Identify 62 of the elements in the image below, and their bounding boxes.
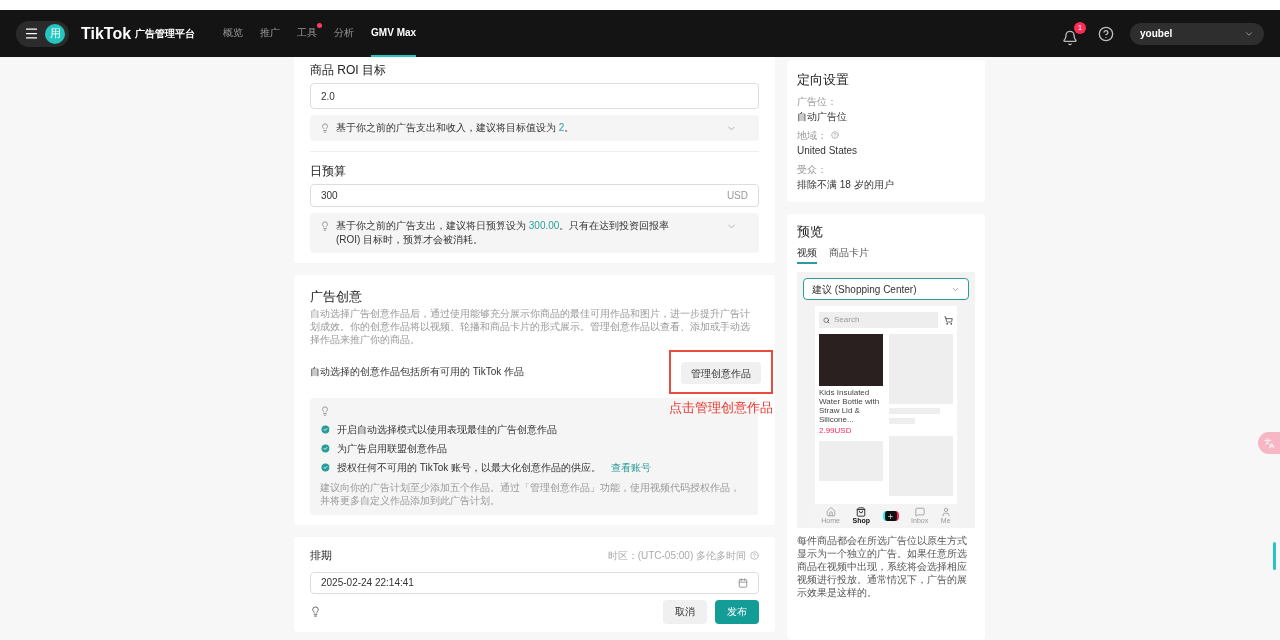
auto-select-text: 自动选择的创意作品包括所有可用的 TikTok 作品 <box>310 365 525 380</box>
menu-icon <box>24 26 39 41</box>
roi-input[interactable]: 2.0 <box>310 83 759 109</box>
nav-tab[interactable]: 推广 <box>260 10 281 57</box>
field-label: 受众： <box>797 162 827 177</box>
tip-text: 开启自动选择模式以使用表现最佳的广告创意作品 <box>337 423 557 437</box>
preview-caption: 每件商品都会在所选广告位以原生方式显示为一个独立的广告。如果任意所选商品在视频中出现，系统将会选择相应视频进行投放。通常情况下，广告的展示效果是这样的。 <box>797 534 968 599</box>
product-price: 2.99USD <box>819 426 853 435</box>
notification-badge: 1 <box>1074 21 1086 34</box>
account-dropdown[interactable]: youbel <box>1130 22 1264 45</box>
nav-tab[interactable]: 分析 <box>334 10 355 57</box>
plus-icon <box>887 512 894 520</box>
logo-subtitle: 广告管理平台 <box>135 27 196 41</box>
logo[interactable]: TikTok <box>81 21 132 46</box>
field-label: 广告位： <box>797 94 837 109</box>
search-icon <box>823 316 830 324</box>
calendar-icon <box>738 577 748 588</box>
section-title: 广告创意 <box>310 288 363 306</box>
avatar: 用 <box>45 23 65 44</box>
scroll-indicator <box>1273 542 1276 570</box>
section-title: 排期 <box>310 548 332 563</box>
section-title: 日预算 <box>310 163 347 180</box>
lightbulb-icon <box>320 123 330 133</box>
tip-note: 建议向你的广告计划至少添加五个作品。通过「管理创意作品」功能，使用视频代码授权作品，并将更多自定义作品添加到此广告计划。 <box>320 481 741 507</box>
message-icon <box>914 507 925 517</box>
home-icon <box>825 507 836 517</box>
translate-icon <box>1263 437 1275 449</box>
annotation-text: 点击管理创意作品 <box>669 399 773 417</box>
bag-icon <box>856 507 867 517</box>
field-value: 自动广告位 <box>797 109 848 124</box>
field-value: United States <box>797 143 859 158</box>
translate-button[interactable] <box>1258 432 1280 454</box>
field-label: 地域： <box>797 128 827 143</box>
tip-text: 为广告启用联盟创意作品 <box>337 442 447 456</box>
bell-icon <box>1062 29 1078 46</box>
lightbulb-icon <box>320 406 330 416</box>
section-title: 商品 ROI 目标 <box>310 62 387 79</box>
cancel-button[interactable]: 取消 <box>663 599 707 624</box>
timezone-text: 时区：(UTC-05:00) 多伦多时间 <box>607 548 746 563</box>
nav-tab[interactable]: 工具 <box>297 10 318 57</box>
person-icon <box>940 507 951 517</box>
start-date-input[interactable]: 2025-02-24 22:14:41 <box>310 571 759 594</box>
notifications-button[interactable]: 1 <box>1062 21 1086 46</box>
create-button[interactable] <box>882 511 899 521</box>
lightbulb-icon[interactable] <box>310 606 321 617</box>
preview-tab[interactable]: 视频 <box>797 245 817 264</box>
placement-dropdown[interactable]: 建议 (Shopping Center) <box>803 278 969 300</box>
nav-tab[interactable]: 概览 <box>223 10 244 57</box>
section-title: 定向设置 <box>797 71 850 89</box>
budget-input[interactable]: 300 USD <box>310 184 759 207</box>
tip-text: 授权任何不可用的 TikTok 账号，以最大化创意作品的供应。 <box>337 461 602 475</box>
product-title: Kids Insulated Water Bottle with Straw Lid & Silicone... <box>819 388 881 424</box>
suggestion-text: 基于你之前的广告支出和收入，建议将目标值设为 2。 <box>336 121 576 135</box>
lightbulb-icon <box>320 221 330 231</box>
section-title: 预览 <box>797 222 824 241</box>
field-value: 排除不满 18 岁的用户 <box>797 177 895 192</box>
preview-tab[interactable]: 商品卡片 <box>829 245 869 264</box>
help-icon[interactable] <box>1098 25 1114 42</box>
manage-creatives-button[interactable]: 管理创意作品 <box>681 362 761 384</box>
suggestion-text: 基于你之前的广告支出，建议将日预算设为 300.00。只有在达到投资回报率 (ROI) 目标时，预算才会被消耗。 <box>336 219 671 247</box>
cart-icon[interactable] <box>944 315 953 325</box>
video-thumbnail-placeholder <box>819 334 883 386</box>
